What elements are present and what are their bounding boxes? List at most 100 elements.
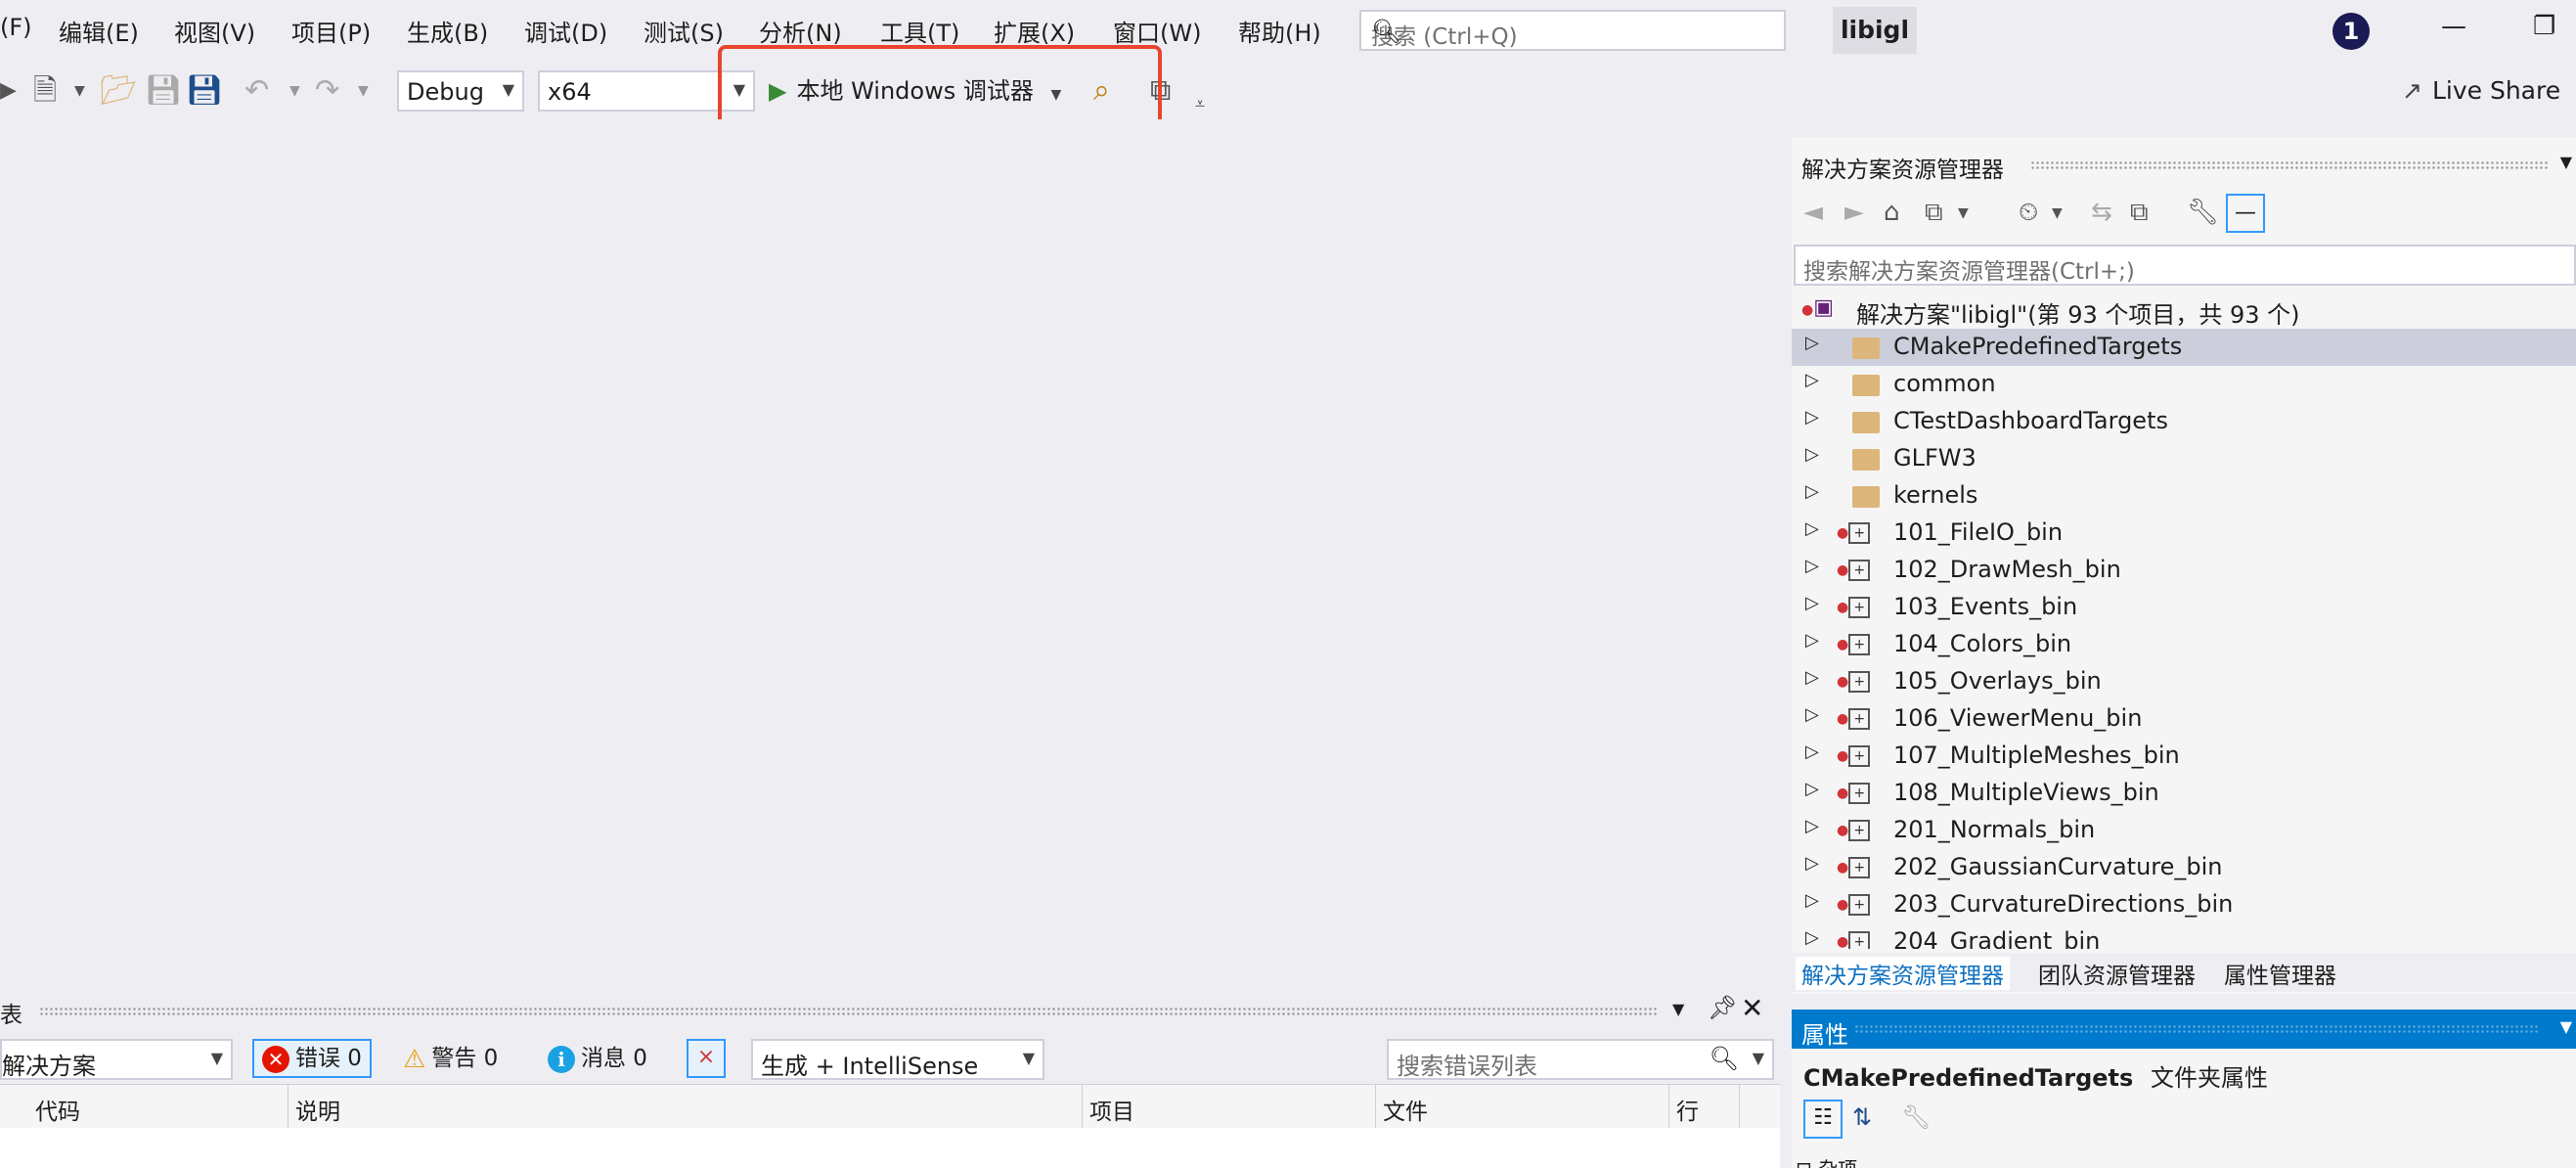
pending-changes-icon[interactable]: ⏲: [2019, 198, 2038, 228]
menu-build[interactable]: 生成(B): [407, 14, 488, 48]
chevron-down-icon[interactable]: ▼: [289, 72, 300, 110]
tab-property-manager[interactable]: 属性管理器: [2224, 957, 2336, 990]
chevron-down-icon[interactable]: ▼: [2052, 205, 2063, 221]
collapse-group-icon[interactable]: ⊟ 杂项: [1796, 1152, 1857, 1168]
pin-icon[interactable]: 📌︎: [1708, 994, 1737, 1021]
sort-alpha-icon[interactable]: ⇅: [1852, 1103, 1872, 1131]
tree-project-item[interactable]: ▷ ● + 204_Gradient_bin: [1792, 923, 2576, 949]
tree-project-item[interactable]: ▷ ● + 202_GaussianCurvature_bin: [1792, 849, 2576, 886]
expand-arrow-icon[interactable]: ▷: [1805, 704, 1819, 725]
config-select[interactable]: Debug ▼: [397, 70, 524, 112]
expand-arrow-icon[interactable]: ▷: [1805, 481, 1819, 502]
expand-arrow-icon[interactable]: ▷: [1805, 853, 1819, 874]
menu-edit[interactable]: 编辑(E): [59, 14, 139, 48]
column-divider[interactable]: [1668, 1085, 1669, 1128]
tree-project-item[interactable]: ▷ ● + 102_DrawMesh_bin: [1792, 552, 2576, 589]
tree-project-item[interactable]: ▷ ● + 201_Normals_bin: [1792, 812, 2576, 849]
tree-project-item[interactable]: ▷ ● + 104_Colors_bin: [1792, 626, 2576, 663]
column-divider[interactable]: [1082, 1085, 1083, 1128]
chevron-down-icon[interactable]: ▼: [2560, 1017, 2572, 1036]
tree-project-item[interactable]: ▷ ● + 103_Events_bin: [1792, 589, 2576, 626]
tree-project-item[interactable]: ▷ ● + 107_MultipleMeshes_bin: [1792, 738, 2576, 775]
preview-selected-icon[interactable]: —: [2226, 194, 2265, 233]
menu-test[interactable]: 测试(S): [644, 14, 724, 48]
home-icon[interactable]: ⌂: [1884, 198, 1900, 227]
warnings-filter-button[interactable]: ⚠ 警告 0: [403, 1039, 498, 1078]
tree-folder-item[interactable]: ▷ CTestDashboardTargets: [1792, 403, 2576, 440]
chevron-down-icon[interactable]: ▼: [1958, 205, 1969, 221]
expand-arrow-icon[interactable]: ▷: [1805, 667, 1819, 688]
save-all-icon[interactable]: 💾︎: [186, 72, 223, 110]
undo-icon[interactable]: ↶: [244, 72, 269, 110]
tree-project-item[interactable]: ▷ ● + 108_MultipleViews_bin: [1792, 775, 2576, 812]
column-divider[interactable]: [288, 1085, 289, 1128]
column-divider[interactable]: [1375, 1085, 1376, 1128]
menu-window[interactable]: 窗口(W): [1113, 14, 1201, 48]
menu-file[interactable]: (F): [0, 14, 32, 41]
drag-grip[interactable]: [2030, 160, 2549, 170]
property-pages-wrench-icon[interactable]: 🔧︎: [1901, 1103, 1931, 1131]
open-folder-icon[interactable]: 📂︎: [100, 72, 137, 110]
column-divider[interactable]: [1739, 1085, 1740, 1128]
error-search-input[interactable]: 搜索错误列表 🔍︎ ▼: [1387, 1039, 1774, 1080]
expand-arrow-icon[interactable]: ▷: [1805, 444, 1819, 465]
tab-team-explorer[interactable]: 团队资源管理器: [2038, 957, 2196, 990]
chevron-down-icon[interactable]: ▼: [2560, 153, 2572, 171]
expand-arrow-icon[interactable]: ▷: [1805, 407, 1819, 427]
properties-wrench-icon[interactable]: 🔧︎: [2187, 198, 2219, 227]
collapse-all-icon[interactable]: ⧉: [2130, 198, 2149, 228]
menu-tools[interactable]: 工具(T): [880, 14, 959, 48]
scope-select[interactable]: 解决方案 ▼: [0, 1039, 233, 1080]
minimize-icon[interactable]: —: [2441, 12, 2466, 41]
tree-folder-item[interactable]: ▷ common: [1792, 366, 2576, 403]
messages-filter-button[interactable]: i 消息 0: [548, 1039, 647, 1078]
chevron-down-icon[interactable]: ▼: [74, 72, 85, 110]
overflow-icon[interactable]: ⩡: [1195, 86, 1205, 123]
errors-filter-button[interactable]: ✕ 错误 0: [252, 1039, 372, 1078]
col-project[interactable]: 项目: [1089, 1093, 1134, 1126]
switch-views-icon[interactable]: ⧉: [1925, 198, 1943, 228]
chevron-down-icon[interactable]: ▼: [1672, 1000, 1684, 1018]
col-description[interactable]: 说明: [295, 1093, 340, 1126]
menu-extensions[interactable]: 扩展(X): [994, 14, 1075, 48]
back-icon[interactable]: ◄: [1803, 198, 1823, 227]
solution-node[interactable]: ●▣ 解决方案"libigl"(第 93 个项目，共 93 个): [1792, 292, 2576, 329]
close-icon[interactable]: ✕: [1741, 992, 1763, 1024]
nav-forward-icon[interactable]: ▶: [0, 72, 17, 110]
expand-arrow-icon[interactable]: ▷: [1805, 630, 1819, 651]
notification-badge[interactable]: 1: [2332, 13, 2370, 50]
expand-arrow-icon[interactable]: ▷: [1805, 593, 1819, 613]
live-share-button[interactable]: ↗ Live Share: [2402, 76, 2560, 105]
tree-project-item[interactable]: ▷ ● + 203_CurvatureDirections_bin: [1792, 886, 2576, 923]
expand-arrow-icon[interactable]: ▷: [1805, 927, 1819, 948]
menu-debug[interactable]: 调试(D): [524, 14, 607, 48]
restore-icon[interactable]: ❐: [2533, 12, 2555, 41]
menu-project[interactable]: 项目(P): [291, 14, 371, 48]
build-source-select[interactable]: 生成 + IntelliSense ▼: [751, 1039, 1044, 1080]
expand-arrow-icon[interactable]: ▷: [1805, 518, 1819, 539]
menu-analyze[interactable]: 分析(N): [759, 14, 842, 48]
redo-icon[interactable]: ↷: [315, 72, 339, 110]
tree-project-item[interactable]: ▷ ● + 106_ViewerMenu_bin: [1792, 700, 2576, 738]
col-line[interactable]: 行: [1676, 1093, 1699, 1126]
tree-project-item[interactable]: ▷ ● + 101_FileIO_bin: [1792, 515, 2576, 552]
solution-explorer-search-input[interactable]: 搜索解决方案资源管理器(Ctrl+;): [1794, 245, 2576, 286]
build-filter-icon[interactable]: ⨯: [687, 1039, 726, 1078]
categorized-icon[interactable]: ☷: [1803, 1100, 1843, 1139]
expand-arrow-icon[interactable]: ▷: [1805, 370, 1819, 390]
menu-help[interactable]: 帮助(H): [1238, 14, 1321, 48]
tree-project-item[interactable]: ▷ ● + 105_Overlays_bin: [1792, 663, 2576, 700]
forward-icon[interactable]: ►: [1844, 198, 1864, 227]
quick-search-input[interactable]: 搜索 (Ctrl+Q) 🔍︎: [1359, 10, 1786, 51]
new-project-icon[interactable]: 🗎︎: [33, 72, 57, 110]
tab-solution-explorer[interactable]: 解决方案资源管理器: [1796, 957, 2010, 990]
tree-folder-item[interactable]: ▷ GLFW3: [1792, 440, 2576, 477]
tree-folder-item[interactable]: ▷ CMakePredefinedTargets: [1792, 329, 2576, 366]
drag-grip[interactable]: [1854, 1024, 2539, 1034]
expand-arrow-icon[interactable]: ▷: [1805, 890, 1819, 911]
sync-icon[interactable]: ⇆: [2091, 198, 2112, 227]
col-file[interactable]: 文件: [1383, 1093, 1428, 1126]
drag-grip[interactable]: [39, 1007, 1659, 1016]
save-icon[interactable]: 💾︎: [145, 72, 182, 110]
chevron-down-icon[interactable]: ▼: [358, 72, 369, 110]
